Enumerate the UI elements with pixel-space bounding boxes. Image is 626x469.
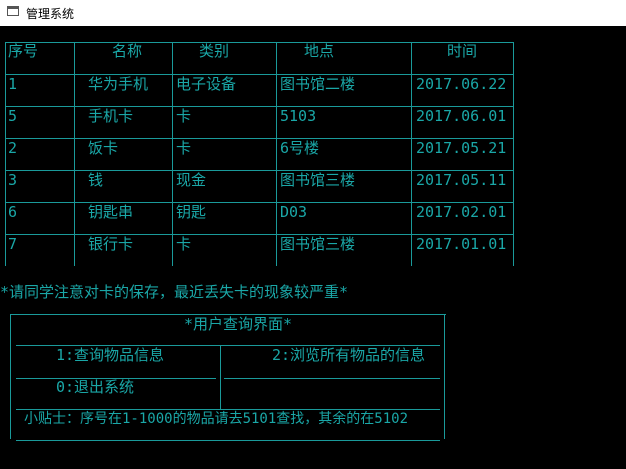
table-cell-name: 钥匙串 [88, 203, 134, 221]
table-cell-time: 2017.06.22 [416, 75, 507, 93]
table-cell-time: 2017.02.01 [416, 203, 507, 221]
table-cell-time: 2017.05.21 [416, 139, 507, 157]
col-header-id: 序号 [8, 42, 39, 60]
menu-option-browse[interactable]: 2:浏览所有物品的信息 [272, 347, 425, 363]
table-cell-time: 2017.01.01 [416, 235, 507, 253]
table-cell-category: 卡 [176, 107, 192, 125]
table-cell-category: 现金 [176, 171, 207, 189]
table-cell-name: 华为手机 [88, 75, 149, 93]
table-cell-category: 卡 [176, 139, 192, 157]
notice-text: *请同学注意对卡的保存，最近丢失卡的现象较严重* [0, 283, 349, 301]
table-cell-time: 2017.05.11 [416, 171, 507, 189]
menu-bottom-border [16, 440, 440, 441]
table-cell-id: 1 [8, 75, 18, 93]
table-cell-location: 5103 [280, 107, 317, 125]
table-cell-location: 6号楼 [280, 139, 320, 157]
table-cell-location: D03 [280, 203, 308, 221]
table-cell-id: 7 [8, 235, 18, 253]
table-cell-category: 钥匙 [176, 203, 207, 221]
console-area: 序号 名称 类别 地点 时间 1 华为手机 电子设备 图书馆二楼 2017.06… [0, 26, 626, 469]
table-cell-category: 卡 [176, 235, 192, 253]
app-window-icon [7, 6, 19, 16]
table-cell-name: 手机卡 [88, 107, 134, 125]
table-cell-id: 6 [8, 203, 18, 221]
table-cell-location: 图书馆三楼 [280, 235, 356, 253]
menu-option-exit[interactable]: 0:退出系统 [56, 379, 134, 395]
table-cell-id: 2 [8, 139, 18, 157]
col-header-category: 类别 [199, 42, 230, 60]
col-header-location: 地点 [304, 42, 335, 60]
table-cell-id: 5 [8, 107, 18, 125]
menu-col-divider [220, 345, 221, 409]
menu-tip: 小贴士：序号在1-1000的物品请去5101查找，其余的在5102 [24, 411, 409, 427]
menu-option-query[interactable]: 1:查询物品信息 [56, 347, 164, 363]
table-cell-location: 图书馆二楼 [280, 75, 356, 93]
menu-title: *用户查询界面* [184, 315, 293, 333]
col-header-name: 名称 [112, 42, 143, 60]
title-bar: 管理系统 [0, 0, 626, 26]
menu-divider [16, 409, 440, 410]
table-col-divider [5, 42, 6, 266]
menu-right-border [444, 314, 445, 439]
table-col-divider [513, 42, 514, 266]
table-cell-name: 银行卡 [88, 235, 134, 253]
table-top-border [5, 42, 513, 43]
table-cell-category: 电子设备 [176, 75, 237, 93]
table-cell-time: 2017.06.01 [416, 107, 507, 125]
window-title: 管理系统 [26, 7, 75, 21]
table-cell-id: 3 [8, 171, 18, 189]
table-col-divider [276, 42, 277, 266]
menu-divider [224, 378, 440, 379]
col-header-time: 时间 [447, 42, 478, 60]
table-cell-name: 钱 [88, 171, 104, 189]
table-col-divider [172, 42, 173, 266]
table-cell-location: 图书馆三楼 [280, 171, 356, 189]
menu-left-border [10, 314, 11, 439]
table-col-divider [411, 42, 412, 266]
table-col-divider [74, 42, 75, 266]
table-cell-name: 饭卡 [88, 139, 119, 157]
